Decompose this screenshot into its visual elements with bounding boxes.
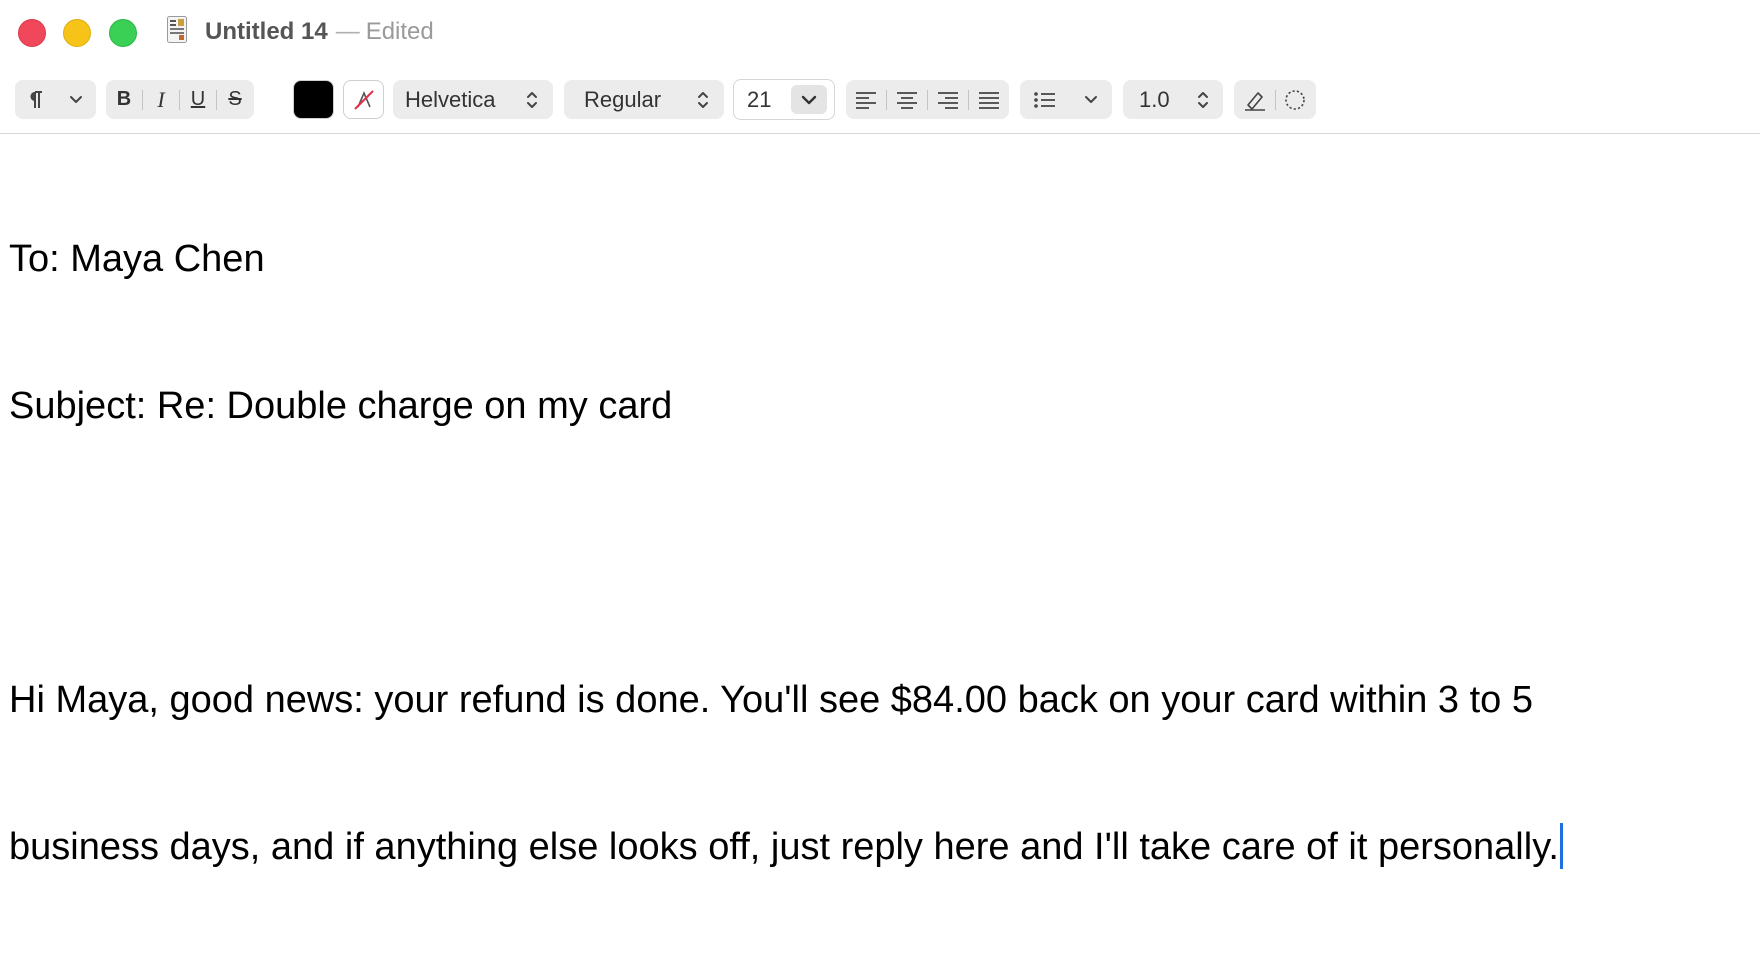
justify-icon: [979, 91, 999, 109]
font-style-buttons: B I U S: [106, 80, 254, 119]
align-right-icon: [938, 91, 958, 109]
font-family-label: Helvetica: [405, 86, 496, 112]
italic-button[interactable]: I: [143, 80, 179, 119]
text-color-well[interactable]: [293, 80, 334, 119]
align-left-button[interactable]: [846, 80, 886, 119]
no-color-icon: [353, 89, 374, 110]
body-line-2-wrap: business days, and if anything else look…: [9, 823, 1749, 872]
font-size-field[interactable]: 21: [747, 80, 787, 119]
underline-button[interactable]: U: [180, 80, 216, 119]
highlight-button[interactable]: [1236, 80, 1274, 119]
subject-line: Subject: Re: Double charge on my card: [9, 385, 673, 427]
recipient-line: To: Maya Chen: [9, 238, 265, 280]
zoom-window-button[interactable]: [109, 19, 137, 47]
document-icon: [167, 16, 187, 43]
align-center-icon: [897, 91, 917, 109]
shape-button[interactable]: [1276, 80, 1314, 119]
strikethrough-button[interactable]: S: [217, 80, 253, 119]
font-size-dropdown-button[interactable]: [791, 85, 827, 114]
text-cursor: [1559, 823, 1563, 869]
format-toolbar: B I U S Helvetica Regular 21 1.0: [0, 64, 1760, 134]
pen-icon: [1245, 91, 1265, 111]
window-title: Untitled 14 — Edited: [205, 16, 434, 48]
chevron-down-icon: [65, 80, 87, 119]
title-bar: Untitled 14 — Edited: [0, 0, 1760, 64]
paragraph-style-popup[interactable]: [15, 80, 96, 119]
close-window-button[interactable]: [18, 19, 46, 47]
align-right-button[interactable]: [928, 80, 968, 119]
body-line-2: business days, and if anything else look…: [9, 826, 1559, 868]
dashed-circle-icon: [1285, 89, 1305, 110]
up-down-chevron-icon: [521, 80, 543, 119]
edited-status: Edited: [365, 18, 434, 45]
background-color-well[interactable]: [343, 80, 384, 119]
up-down-chevron-icon: [692, 80, 714, 119]
paragraph-icon: [23, 80, 49, 119]
font-style-label: Regular: [584, 86, 662, 112]
align-left-icon: [856, 91, 876, 109]
document-text-area[interactable]: To: Maya Chen Subject: Re: Double charge…: [9, 137, 1749, 970]
align-center-button[interactable]: [887, 80, 927, 119]
line-spacing-popup[interactable]: 1.0: [1123, 80, 1223, 119]
font-style-popup[interactable]: Regular: [564, 80, 724, 119]
chevron-down-icon: [1080, 80, 1102, 119]
alignment-buttons: [846, 80, 1009, 119]
bullet-list-icon: [1030, 80, 1060, 119]
font-family-popup[interactable]: Helvetica: [393, 80, 553, 119]
body-line-1: Hi Maya, good news: your refund is done.…: [9, 679, 1533, 721]
document-title: Untitled 14: [205, 18, 328, 45]
textedit-window: Untitled 14 — Edited B I U S Helvetica Re…: [0, 0, 1760, 869]
up-down-chevron-icon: [1192, 80, 1214, 119]
list-style-popup[interactable]: [1020, 80, 1112, 119]
font-size-combo: 21: [733, 79, 835, 120]
justify-button[interactable]: [969, 80, 1009, 119]
title-separator: —: [335, 18, 360, 45]
line-spacing-label: 1.0: [1139, 86, 1170, 112]
bold-button[interactable]: B: [106, 80, 142, 119]
markup-buttons: [1234, 80, 1316, 119]
minimize-window-button[interactable]: [63, 19, 91, 47]
chevron-down-icon: [801, 95, 817, 104]
